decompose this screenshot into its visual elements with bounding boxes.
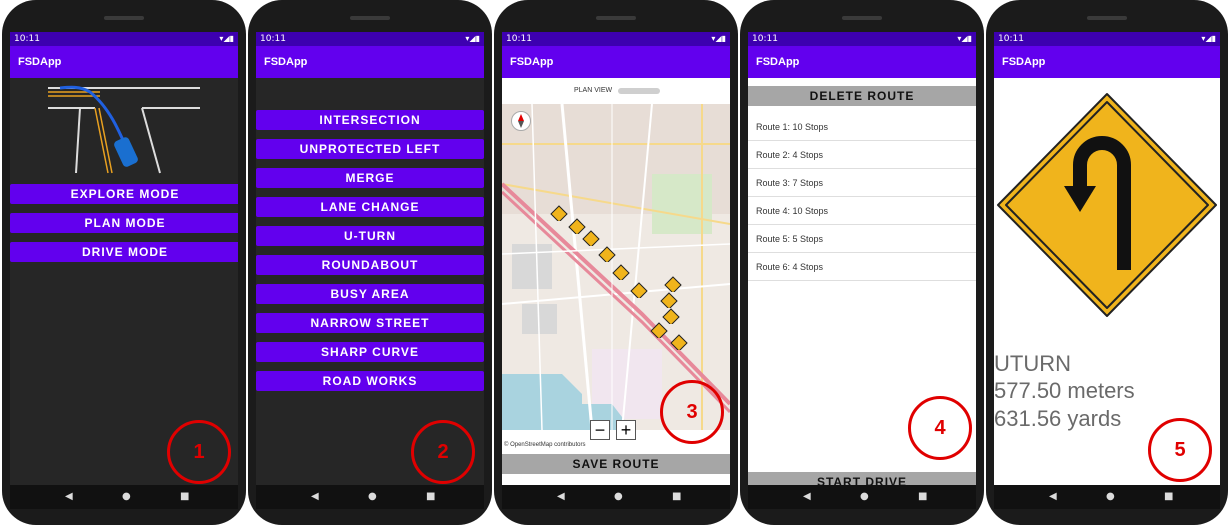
phone-4: 10:11 ▾◢▮ FSDApp DELETE ROUTE Route 1: 1…: [740, 0, 984, 525]
road-sign-icon: [550, 205, 568, 221]
map-title-underline: [618, 88, 660, 94]
map-title: PLAN VIEW: [574, 87, 613, 94]
recent-apps-icon[interactable]: ■: [1164, 490, 1173, 504]
drive-mode-button[interactable]: DRIVE MODE: [10, 242, 238, 262]
step-marker-2: 2: [411, 420, 475, 484]
status-icons: ▾◢▮: [1201, 34, 1216, 43]
intersection-illustration: [10, 78, 238, 178]
nav-bar: ◀ ● ■: [994, 485, 1220, 509]
plan-mode-button[interactable]: PLAN MODE: [10, 213, 238, 233]
status-icons: ▾◢▮: [711, 34, 726, 43]
map-title-bar: PLAN VIEW: [502, 78, 730, 104]
road-sign-icon: [630, 282, 648, 298]
step-marker-4: 4: [908, 396, 972, 460]
app-title: FSDApp: [502, 46, 730, 78]
status-time: 10:11: [506, 34, 532, 44]
nav-bar: ◀ ● ■: [256, 485, 484, 509]
road-sign-icon: [598, 246, 616, 262]
status-time: 10:11: [14, 34, 40, 44]
scenario-u-turn-button[interactable]: U-TURN: [256, 226, 484, 246]
status-icons: ▾◢▮: [219, 34, 234, 43]
status-time: 10:11: [260, 34, 286, 44]
status-bar: 10:11 ▾◢▮: [748, 32, 976, 46]
scenario-intersection-button[interactable]: INTERSECTION: [256, 110, 484, 130]
back-icon[interactable]: ◀: [803, 490, 811, 504]
step-marker-1: 1: [167, 420, 231, 484]
back-icon[interactable]: ◀: [557, 490, 565, 504]
home-icon[interactable]: ●: [860, 490, 869, 504]
explore-mode-button[interactable]: EXPLORE MODE: [10, 184, 238, 204]
status-icons: ▾◢▮: [957, 34, 972, 43]
road-sign-icon: [582, 230, 600, 246]
back-icon[interactable]: ◀: [311, 490, 319, 504]
phone-5: 10:11 ▾◢▮ FSDApp UTURN 577.50 meters 631…: [986, 0, 1228, 525]
app-title: FSDApp: [10, 46, 238, 78]
app-title: FSDApp: [256, 46, 484, 78]
app-title: FSDApp: [994, 46, 1220, 78]
status-bar: 10:11 ▾◢▮: [256, 32, 484, 46]
screen-5: 10:11 ▾◢▮ FSDApp UTURN 577.50 meters 631…: [994, 32, 1220, 509]
map-attribution: © OpenStreetMap contributors: [502, 442, 588, 448]
route-list-item[interactable]: Route 3: 7 Stops: [748, 169, 976, 197]
status-bar: 10:11 ▾◢▮: [10, 32, 238, 46]
back-icon[interactable]: ◀: [1049, 490, 1057, 504]
status-bar: 10:11 ▾◢▮: [502, 32, 730, 46]
route-list-item[interactable]: Route 2: 4 Stops: [748, 141, 976, 169]
phone-1: 10:11 ▾◢▮ FSDApp EXPLORE MODE PLAN MODE: [2, 0, 246, 525]
recent-apps-icon[interactable]: ■: [426, 490, 435, 504]
distance-yards: 631.56 yards: [994, 406, 1122, 431]
nav-bar: ◀ ● ■: [502, 485, 730, 509]
scenario-unprotected-left-button[interactable]: UNPROTECTED LEFT: [256, 139, 484, 159]
back-icon[interactable]: ◀: [65, 490, 73, 504]
road-sign-icon: [670, 334, 688, 350]
zoom-in-button[interactable]: +: [616, 420, 636, 440]
status-bar: 10:11 ▾◢▮: [994, 32, 1220, 46]
route-list-item[interactable]: Route 4: 10 Stops: [748, 197, 976, 225]
scenario-lane-change-button[interactable]: LANE CHANGE: [256, 197, 484, 217]
recent-apps-icon[interactable]: ■: [180, 490, 189, 504]
home-icon[interactable]: ●: [122, 490, 131, 504]
screen-1: 10:11 ▾◢▮ FSDApp EXPLORE MODE PLAN MODE: [10, 32, 238, 509]
scenario-sharp-curve-button[interactable]: SHARP CURVE: [256, 342, 484, 362]
status-time: 10:11: [998, 34, 1024, 44]
scenario-merge-button[interactable]: MERGE: [256, 168, 484, 188]
scenario-busy-area-button[interactable]: BUSY AREA: [256, 284, 484, 304]
road-sign-icon: [612, 264, 630, 280]
step-marker-3: 3: [660, 380, 724, 444]
delete-route-button[interactable]: DELETE ROUTE: [748, 86, 976, 106]
scenario-road-works-button[interactable]: ROAD WORKS: [256, 371, 484, 391]
status-time: 10:11: [752, 34, 778, 44]
u-turn-sign-icon: [997, 93, 1217, 317]
screen-3: 10:11 ▾◢▮ FSDApp PLAN VIEW − + 3 © OpenS…: [502, 32, 730, 509]
zoom-out-button[interactable]: −: [590, 420, 610, 440]
step-marker-5: 5: [1148, 418, 1212, 482]
route-list-item[interactable]: Route 5: 5 Stops: [748, 225, 976, 253]
compass-icon[interactable]: [511, 111, 531, 131]
phone-2: 10:11 ▾◢▮ FSDApp INTERSECTION UNPROTECTE…: [248, 0, 492, 525]
home-icon[interactable]: ●: [614, 490, 623, 504]
home-icon[interactable]: ●: [1106, 490, 1115, 504]
maneuver-label: UTURN: [994, 351, 1071, 376]
save-route-button[interactable]: SAVE ROUTE: [502, 454, 730, 474]
screen-2: 10:11 ▾◢▮ FSDApp INTERSECTION UNPROTECTE…: [256, 32, 484, 509]
road-sign-icon: [664, 276, 682, 292]
recent-apps-icon[interactable]: ■: [918, 490, 927, 504]
scenario-roundabout-button[interactable]: ROUNDABOUT: [256, 255, 484, 275]
distance-meters: 577.50 meters: [994, 378, 1135, 403]
route-list-item[interactable]: Route 1: 10 Stops: [748, 113, 976, 141]
home-icon[interactable]: ●: [368, 490, 377, 504]
scenario-narrow-street-button[interactable]: NARROW STREET: [256, 313, 484, 333]
status-icons: ▾◢▮: [465, 34, 480, 43]
nav-bar: ◀ ● ■: [748, 485, 976, 509]
road-sign-icon: [650, 322, 668, 338]
route-list-item[interactable]: Route 6: 4 Stops: [748, 253, 976, 281]
app-title: FSDApp: [748, 46, 976, 78]
route-list: Route 1: 10 Stops Route 2: 4 Stops Route…: [748, 113, 976, 281]
road-sign-icon: [660, 292, 678, 308]
screen-4: 10:11 ▾◢▮ FSDApp DELETE ROUTE Route 1: 1…: [748, 32, 976, 509]
phone-3: 10:11 ▾◢▮ FSDApp PLAN VIEW − + 3 © OpenS…: [494, 0, 738, 525]
recent-apps-icon[interactable]: ■: [672, 490, 681, 504]
nav-bar: ◀ ● ■: [10, 485, 238, 509]
